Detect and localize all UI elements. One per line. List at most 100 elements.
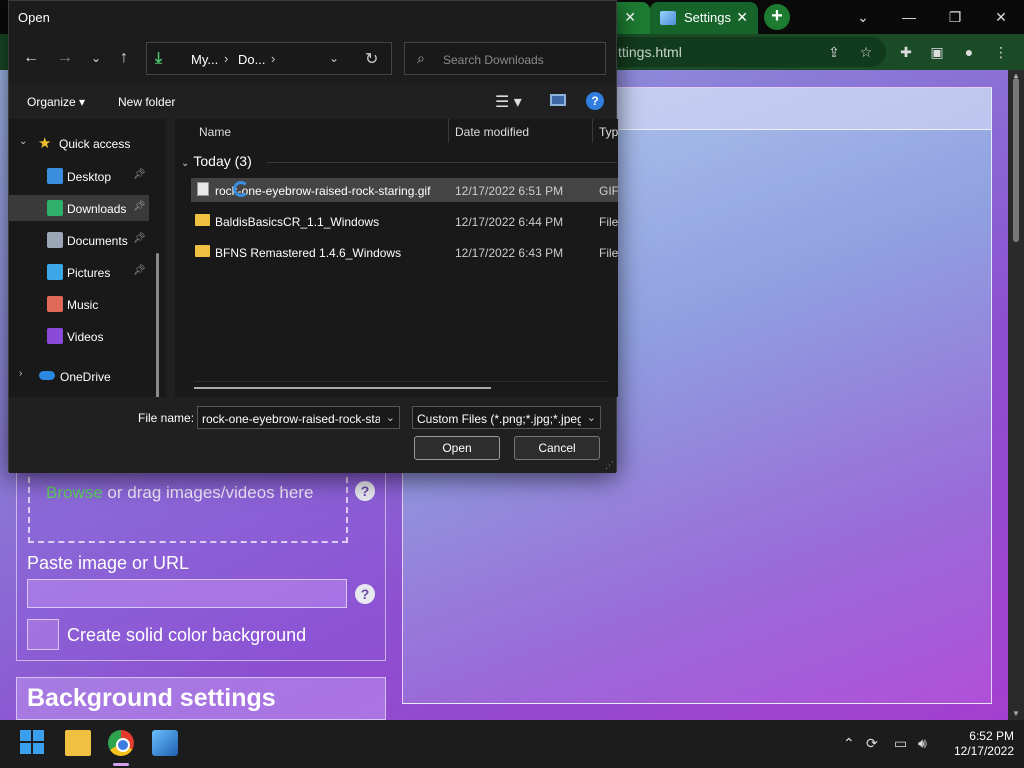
- column-type[interactable]: Type: [599, 125, 618, 139]
- address-history-chevron-icon[interactable]: ⌄: [329, 51, 339, 65]
- nav-onedrive[interactable]: › OneDrive: [9, 363, 159, 387]
- windows-start-icon[interactable]: [20, 730, 46, 756]
- breadcrumb-separator-icon[interactable]: ›: [271, 51, 275, 66]
- bookmark-star-icon[interactable]: ☆: [856, 42, 876, 62]
- tab-previous[interactable]: ✕: [612, 2, 650, 34]
- volume-icon[interactable]: 🔊︎: [918, 735, 927, 752]
- file-icon: [197, 182, 209, 196]
- nav-item-music[interactable]: Music: [9, 291, 149, 317]
- solid-color-label: Create solid color background: [67, 625, 307, 645]
- background-settings-title: Background settings: [27, 684, 276, 712]
- pin-icon[interactable]: 📌︎: [133, 169, 146, 180]
- profile-icon[interactable]: ●: [959, 42, 979, 62]
- chevron-down-icon[interactable]: ⌄: [19, 136, 27, 147]
- downloads-icon: [47, 200, 63, 216]
- organize-button[interactable]: Organize ▾: [27, 95, 85, 109]
- group-header-today[interactable]: ⌄ Today (3): [181, 153, 252, 169]
- pictures-icon: [47, 264, 63, 280]
- photos-icon[interactable]: [152, 730, 178, 756]
- file-type: File fo: [599, 246, 618, 260]
- nav-item-pictures[interactable]: Pictures 📌︎: [9, 259, 149, 285]
- open-button[interactable]: Open: [414, 436, 500, 460]
- horizontal-scrollbar[interactable]: [194, 387, 491, 389]
- chevron-down-icon[interactable]: ⌄: [587, 411, 596, 424]
- tab-settings[interactable]: Settings ✕: [650, 2, 758, 34]
- minimize-button[interactable]: —: [895, 6, 923, 28]
- background-settings-header[interactable]: Background settings: [16, 677, 386, 720]
- chevron-down-icon[interactable]: ⌄: [386, 411, 395, 424]
- busy-cursor-icon: [233, 181, 249, 197]
- page-scrollbar[interactable]: ▲ ▼: [1008, 70, 1024, 720]
- solid-color-checkbox[interactable]: [27, 619, 59, 650]
- sync-icon[interactable]: ⟳: [866, 735, 878, 752]
- file-row[interactable]: BaldisBasicsCR_1.1_Windows 12/17/2022 6:4…: [191, 209, 618, 233]
- paste-help-icon[interactable]: ?: [355, 584, 375, 604]
- restore-button[interactable]: ❐: [941, 6, 969, 28]
- back-arrow-icon[interactable]: ←: [21, 48, 41, 68]
- file-name-value: rock-one-eyebrow-raised-rock-staring.gif: [202, 412, 380, 426]
- cancel-button[interactable]: Cancel: [514, 436, 600, 460]
- share-icon[interactable]: ⇪: [824, 42, 844, 62]
- new-folder-button[interactable]: New folder: [118, 95, 175, 109]
- nav-item-downloads[interactable]: Downloads 📌︎: [9, 195, 149, 221]
- side-panel-icon[interactable]: ▣: [927, 42, 947, 62]
- refresh-icon[interactable]: ↻: [365, 49, 378, 69]
- extensions-icon[interactable]: ✚: [896, 42, 916, 62]
- file-explorer-icon[interactable]: [65, 730, 91, 756]
- dialog-titlebar: Open: [9, 1, 616, 33]
- taskbar-clock[interactable]: 6:52 PM 12/17/2022: [944, 729, 1014, 759]
- scroll-down-icon[interactable]: ▼: [1012, 709, 1020, 718]
- clock-time: 6:52 PM: [969, 729, 1014, 743]
- browse-link[interactable]: Browse: [46, 483, 103, 502]
- file-row[interactable]: rock-one-eyebrow-raised-rock-staring.gif…: [191, 178, 618, 202]
- nav-item-label: Documents: [67, 234, 128, 248]
- file-name-label: File name:: [138, 411, 195, 425]
- preview-pane-icon[interactable]: [550, 94, 566, 106]
- window-close-button[interactable]: ✕: [987, 6, 1015, 28]
- file-type: File fo: [599, 215, 618, 229]
- chevron-up-icon[interactable]: ⌃: [843, 735, 855, 752]
- nav-item-label: Videos: [67, 330, 104, 344]
- file-type-select[interactable]: Custom Files (*.png;*.jpg;*.jpeg ⌄: [412, 406, 601, 429]
- pin-icon[interactable]: 📌︎: [133, 265, 146, 276]
- tab-search-chevron-icon[interactable]: ⌄: [849, 6, 877, 28]
- pin-icon[interactable]: 📌︎: [133, 201, 146, 212]
- nav-quick-access[interactable]: ⌄ ★ Quick access: [9, 131, 159, 155]
- breadcrumb-my[interactable]: My...: [191, 52, 218, 67]
- dialog-address-bar[interactable]: ⤓ My... › Do... › ⌄ ↻: [146, 42, 392, 75]
- close-icon[interactable]: ✕: [624, 9, 636, 26]
- open-file-dialog: Open ← → ⌄ ↑ ⤓ My... › Do... › ⌄ ↻ ⌕ Sea…: [8, 0, 618, 473]
- network-icon[interactable]: ▭: [894, 735, 907, 752]
- up-arrow-icon[interactable]: ↑: [114, 48, 134, 68]
- nav-item-label: Music: [67, 298, 99, 312]
- onedrive-label: OneDrive: [60, 370, 111, 384]
- forward-arrow-icon[interactable]: →: [55, 48, 75, 68]
- new-tab-button[interactable]: +: [764, 4, 790, 30]
- breadcrumb-downloads[interactable]: Do...: [238, 52, 265, 67]
- group-divider: [267, 162, 617, 163]
- menu-icon[interactable]: ⋮: [991, 42, 1011, 62]
- file-date: 12/17/2022 6:43 PM: [455, 246, 564, 260]
- file-name-input[interactable]: rock-one-eyebrow-raised-rock-staring.gif…: [197, 406, 400, 429]
- resize-grip-icon[interactable]: ⋰: [605, 460, 614, 471]
- dropzone-help-icon[interactable]: ?: [355, 481, 375, 501]
- scrollbar-thumb[interactable]: [1013, 78, 1019, 242]
- chrome-icon[interactable]: [108, 730, 134, 756]
- paste-url-input[interactable]: [27, 579, 347, 608]
- file-row[interactable]: BFNS Remastered 1.4.6_Windows 12/17/2022 …: [191, 240, 618, 264]
- change-view-icon[interactable]: ☰ ▾: [495, 92, 522, 112]
- close-icon[interactable]: ✕: [736, 9, 748, 26]
- column-name[interactable]: Name: [199, 125, 231, 139]
- chevron-right-icon[interactable]: ›: [19, 368, 22, 379]
- file-date: 12/17/2022 6:51 PM: [455, 184, 564, 198]
- help-icon[interactable]: ?: [586, 92, 604, 110]
- recent-locations-chevron-icon[interactable]: ⌄: [86, 48, 106, 68]
- nav-item-desktop[interactable]: Desktop 📌︎: [9, 163, 149, 189]
- column-date-modified[interactable]: Date modified: [455, 125, 529, 139]
- search-input[interactable]: ⌕ Search Downloads: [404, 42, 606, 75]
- nav-item-documents[interactable]: Documents 📌︎: [9, 227, 149, 253]
- breadcrumb-separator-icon[interactable]: ›: [224, 51, 228, 66]
- image-dropzone[interactable]: Browse or drag images/videos here: [28, 467, 348, 543]
- pin-icon[interactable]: 📌︎: [133, 233, 146, 244]
- nav-item-videos[interactable]: Videos: [9, 323, 149, 349]
